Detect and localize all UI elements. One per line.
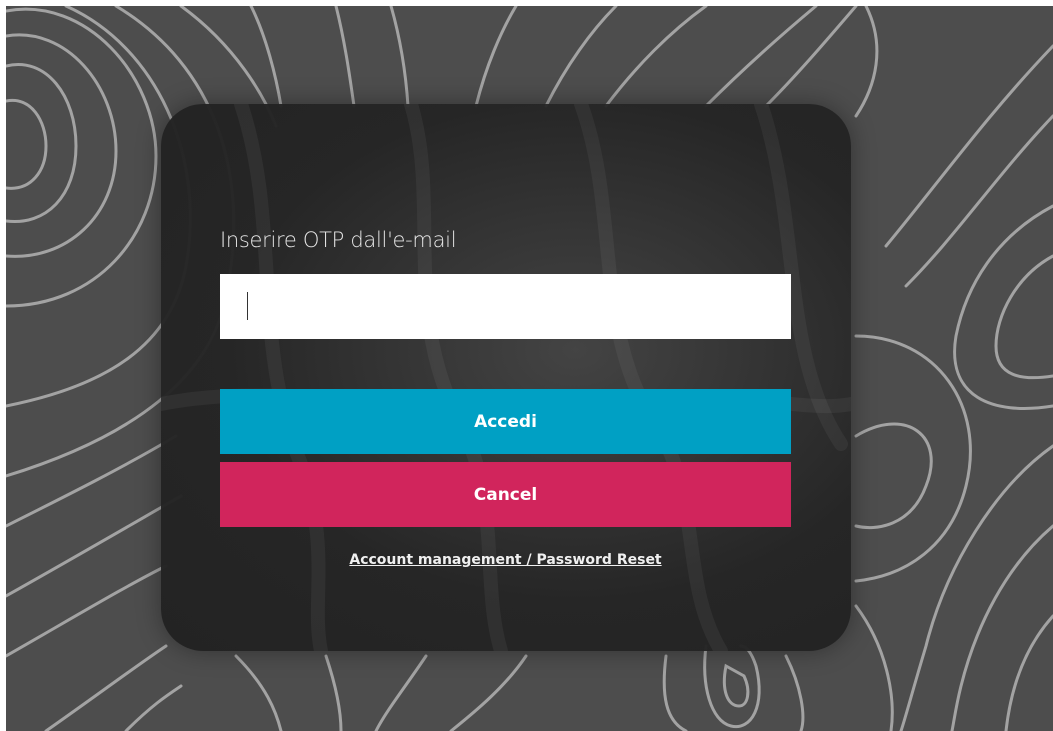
text-caret — [247, 292, 248, 320]
otp-login-card — [161, 104, 851, 651]
otp-input[interactable] — [220, 274, 791, 339]
otp-label: Inserire OTP dall'e-mail — [220, 228, 457, 252]
card-texture-decoration — [161, 104, 851, 651]
account-management-link[interactable]: Account management / Password Reset — [220, 552, 791, 568]
accedi-button[interactable]: Accedi — [220, 389, 791, 454]
cancel-button[interactable]: Cancel — [220, 462, 791, 527]
